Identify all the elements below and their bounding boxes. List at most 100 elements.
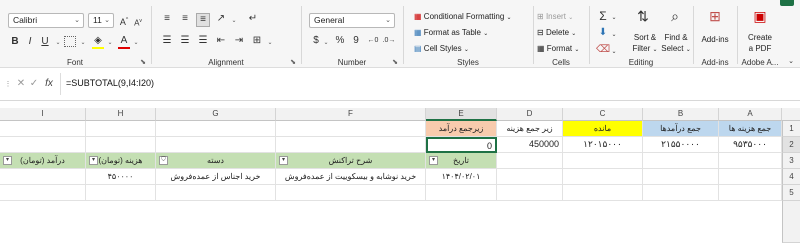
align-center-icon[interactable]: ☰ — [178, 35, 192, 47]
cell-c1[interactable]: مانده — [563, 121, 643, 137]
sort-filter-icon[interactable]: ⇅ — [634, 9, 652, 23]
cell-h5[interactable] — [86, 185, 156, 201]
format-button[interactable]: ▦ Format ⌄ — [537, 43, 579, 56]
chevron-down-icon[interactable]: ⌄ — [106, 37, 114, 49]
format-as-table-button[interactable]: ▦ Format as Table ⌄ — [414, 27, 488, 40]
conditional-formatting-button[interactable]: ▦ Conditional Formatting ⌄ — [414, 11, 512, 24]
cell-e5[interactable] — [426, 185, 497, 201]
table-cell-description[interactable]: خرید نوشابه و بیسکوییت از عمده‌فروش — [276, 169, 426, 185]
table-cell-category[interactable]: خرید اجناس از عمده‌فروش — [156, 169, 276, 185]
cell-g2[interactable] — [156, 137, 276, 153]
font-size-dropdown[interactable]: 11 ⌄ — [88, 13, 114, 28]
orientation-icon[interactable]: ↗ — [214, 13, 228, 25]
cell-c2[interactable]: ۱۲۰۱۵۰۰۰ — [563, 137, 643, 153]
percent-icon[interactable]: % — [334, 35, 346, 47]
table-cell-expense[interactable]: ۴۵۰۰۰۰ — [86, 169, 156, 185]
align-middle-icon[interactable]: ≡ — [178, 13, 192, 25]
select-all-corner[interactable] — [782, 108, 800, 121]
cell-a5[interactable] — [719, 185, 782, 201]
row-header-2[interactable]: 2 — [782, 137, 800, 153]
chevron-down-icon[interactable]: ⌄ — [79, 37, 87, 49]
italic-icon[interactable]: I — [25, 36, 35, 48]
row-header-3[interactable]: 3 — [782, 153, 800, 169]
cell-e1[interactable]: زیرجمع درآمد — [426, 121, 497, 137]
column-header-g[interactable]: G — [156, 108, 276, 121]
addins-icon[interactable]: ⊞ — [706, 9, 724, 23]
cell-e2-selected[interactable]: 0 — [426, 137, 497, 153]
autosum-icon[interactable]: Σ — [596, 10, 610, 22]
column-header-c[interactable]: C — [563, 108, 643, 121]
cell-f5[interactable] — [276, 185, 426, 201]
increase-decimal-icon[interactable]: ←0 — [366, 35, 380, 47]
filter-dropdown-icon[interactable]: ▾ — [429, 156, 438, 165]
cell-b1[interactable]: جمع درآمدها — [643, 121, 719, 137]
decrease-font-icon[interactable]: Av — [132, 15, 144, 30]
fill-icon[interactable]: ⬇ — [596, 27, 610, 39]
find-select-button[interactable]: Find & Select ⌄ — [660, 32, 692, 56]
cell-d3[interactable] — [497, 153, 563, 169]
cell-i5[interactable] — [0, 185, 86, 201]
enter-icon[interactable]: ✓ — [29, 78, 39, 90]
column-header-i[interactable]: I — [0, 108, 86, 121]
insert-function-button[interactable]: fx — [42, 78, 56, 90]
delete-button[interactable]: ⊟ Delete ⌄ — [537, 27, 576, 40]
cell-g5[interactable] — [156, 185, 276, 201]
addins-button[interactable]: Add-ins — [694, 34, 736, 45]
cell-b4[interactable] — [643, 169, 719, 185]
clear-icon[interactable]: ⌫ — [596, 44, 610, 56]
font-dialog-launcher-icon[interactable]: ⬊ — [140, 58, 146, 66]
chevron-down-icon[interactable]: ⌄ — [132, 37, 140, 49]
align-top-icon[interactable]: ≡ — [160, 13, 174, 25]
number-format-dropdown[interactable]: General ⌄ — [309, 13, 395, 28]
row-header-4[interactable]: 4 — [782, 169, 800, 185]
chevron-down-icon[interactable]: ⌄ — [266, 37, 274, 49]
font-color-icon[interactable]: A — [118, 35, 130, 47]
filter-dropdown-icon[interactable]: ▾ — [89, 156, 98, 165]
chevron-down-icon[interactable]: ⌄ — [230, 15, 238, 27]
cell-b5[interactable] — [643, 185, 719, 201]
row-header-5[interactable]: 5 — [782, 185, 800, 201]
cell-c3[interactable] — [563, 153, 643, 169]
chevron-down-icon[interactable]: ⌄ — [322, 37, 330, 49]
comma-style-icon[interactable]: 9 — [350, 35, 362, 47]
cell-f1[interactable] — [276, 121, 426, 137]
increase-indent-icon[interactable]: ⇥ — [232, 35, 246, 47]
filter-dropdown-icon[interactable]: ▾ — [3, 156, 12, 165]
cell-c5[interactable] — [563, 185, 643, 201]
table-header-description[interactable]: ▾ شرح تراکنش — [276, 153, 426, 169]
cell-d2[interactable]: 450000 — [497, 137, 563, 153]
cell-h2[interactable] — [86, 137, 156, 153]
cell-i2[interactable] — [0, 137, 86, 153]
underline-icon[interactable]: U — [40, 36, 50, 48]
table-cell-income[interactable] — [0, 169, 86, 185]
increase-font-icon[interactable]: A^ — [118, 14, 130, 28]
column-header-b[interactable]: B — [643, 108, 719, 121]
row-header-1[interactable]: 1 — [782, 121, 800, 137]
name-box-menu-icon[interactable]: ⋮ — [4, 79, 12, 91]
pdf-icon[interactable]: ▣ — [751, 9, 769, 23]
wrap-text-icon[interactable]: ↵ — [246, 13, 260, 25]
decrease-indent-icon[interactable]: ⇤ — [214, 35, 228, 47]
currency-icon[interactable]: $ — [310, 35, 322, 47]
number-dialog-launcher-icon[interactable]: ⬊ — [392, 58, 398, 66]
cancel-icon[interactable]: ✕ — [16, 78, 26, 90]
alignment-dialog-launcher-icon[interactable]: ⬊ — [290, 58, 296, 66]
cell-g1[interactable] — [156, 121, 276, 137]
cell-d5[interactable] — [497, 185, 563, 201]
decrease-decimal-icon[interactable]: .0→ — [382, 35, 396, 47]
chevron-down-icon[interactable]: ⌄ — [54, 37, 62, 49]
column-header-d[interactable]: D — [497, 108, 563, 121]
cell-b2[interactable]: ۲۱۵۵۰۰۰۰ — [643, 137, 719, 153]
column-header-a[interactable]: A — [719, 108, 782, 121]
sort-filter-button[interactable]: Sort & Filter ⌄ — [630, 32, 660, 56]
formula-input[interactable]: =SUBTOTAL(9,I4:I20) — [66, 78, 154, 88]
cell-h1[interactable] — [86, 121, 156, 137]
column-header-e[interactable]: E — [426, 108, 497, 121]
share-button[interactable] — [780, 0, 794, 6]
column-header-h[interactable]: H — [86, 108, 156, 121]
align-left-icon[interactable]: ☰ — [160, 35, 174, 47]
cell-d1[interactable]: زیر جمع هزینه — [497, 121, 563, 137]
table-header-date[interactable]: ▾ تاریخ — [426, 153, 497, 169]
borders-icon[interactable] — [64, 36, 76, 47]
table-cell-date[interactable]: ۱۴۰۴/۰۲/۰۱ — [426, 169, 497, 185]
